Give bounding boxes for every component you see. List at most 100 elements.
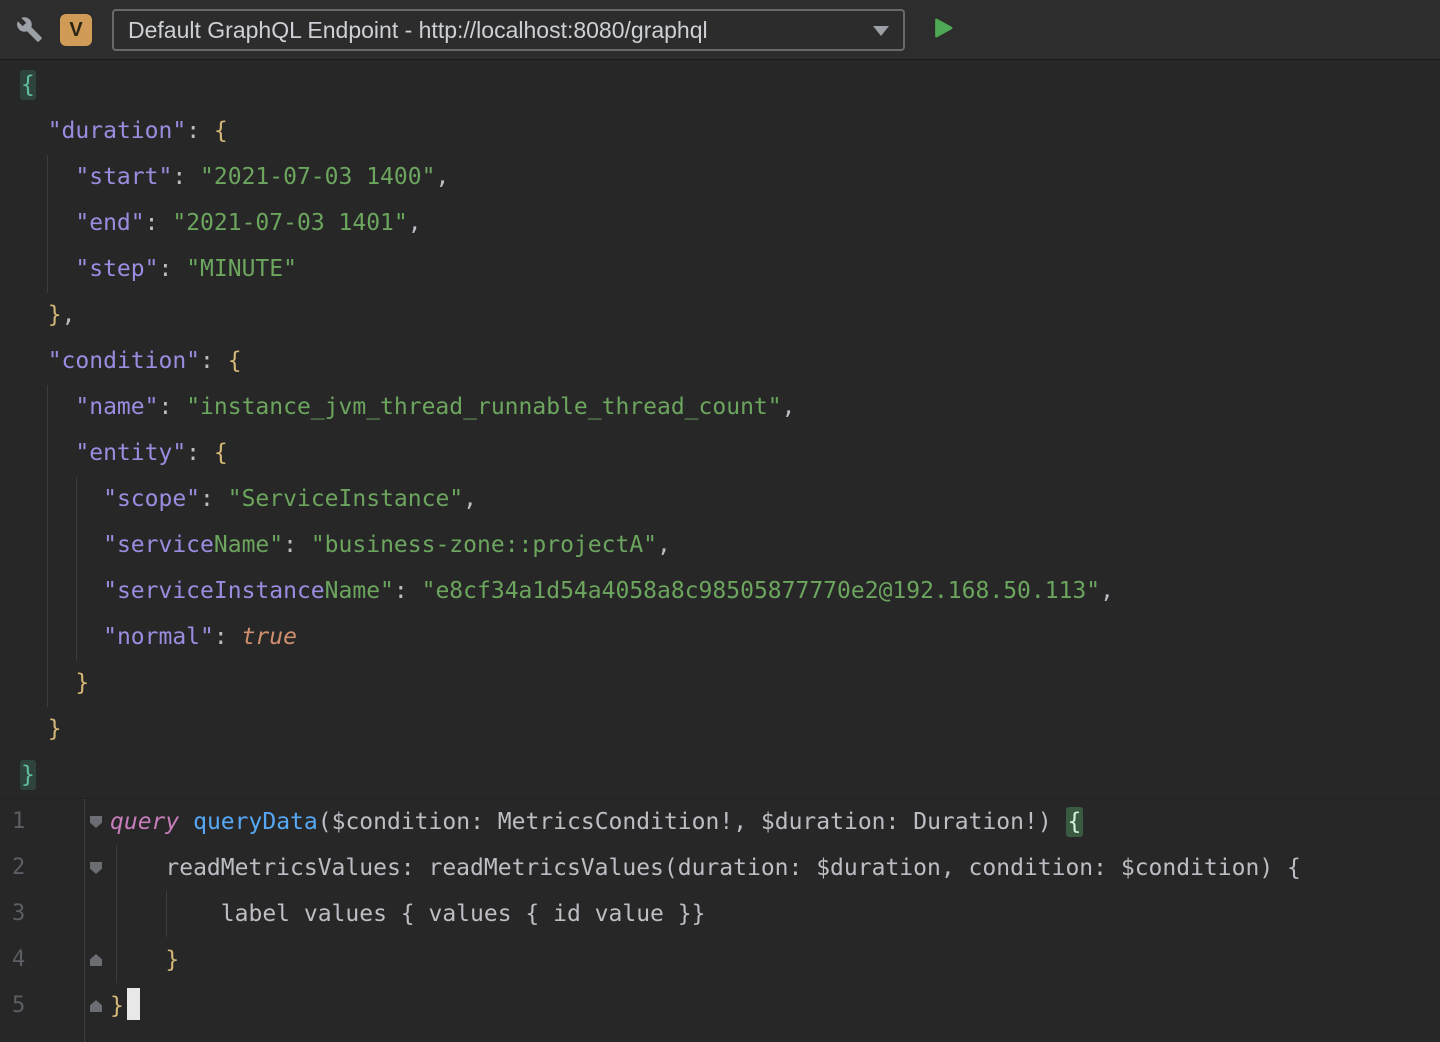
- code-token: :: [393, 578, 422, 604]
- gutter-row: 5: [0, 983, 108, 1029]
- code-token: "ServiceInstance": [227, 486, 464, 512]
- code-token: }: [20, 760, 36, 790]
- code-line: }: [20, 706, 1114, 752]
- line-number: 4: [12, 947, 26, 972]
- code-token: {: [1065, 807, 1084, 837]
- code-token: Duration!: [913, 809, 1038, 835]
- code-token: "scope": [103, 486, 201, 512]
- play-icon: [930, 15, 956, 45]
- code-line: readMetricsValues: readMetricsValues(dur…: [110, 845, 1301, 891]
- fold-marker-icon[interactable]: [90, 954, 102, 966]
- code-token: ,: [1100, 578, 1114, 604]
- code-token: "end": [75, 210, 145, 236]
- code-token: "instance_jvm_thread_runnable_thread_cou…: [186, 394, 782, 420]
- code-token: ,: [463, 486, 477, 512]
- code-token: :: [172, 164, 201, 190]
- wrench-icon: [16, 16, 43, 47]
- code-token: ): [1037, 809, 1066, 835]
- text-cursor: [126, 988, 140, 1020]
- line-number: 2: [12, 855, 26, 880]
- endpoint-dropdown[interactable]: Default GraphQL Endpoint - http://localh…: [112, 9, 905, 51]
- code-token: "condition": [47, 348, 201, 374]
- code-token: }: [47, 716, 62, 742]
- query-gutter: 1 2 3 4 5: [0, 799, 108, 1042]
- code-token: :: [186, 440, 214, 466]
- code-line: "name": "instance_jvm_thread_runnable_th…: [20, 384, 1114, 430]
- code-token: {: [20, 70, 36, 100]
- code-token: ,: [733, 809, 761, 835]
- code-token: :: [213, 624, 242, 650]
- line-number: 5: [12, 993, 26, 1018]
- query-editor[interactable]: 1 2 3 4 5 query queryData($condition: Metric…: [0, 798, 1440, 1042]
- code-token: "serviceInstance: [103, 578, 325, 604]
- query-code: query queryData($condition: MetricsCondi…: [110, 799, 1301, 1029]
- code-token: label values { values { id value }}: [110, 901, 706, 927]
- code-token: :: [470, 809, 498, 835]
- code-line: "serviceName": "business-zone::projectA"…: [20, 522, 1114, 568]
- code-line: "end": "2021-07-03 1401",: [20, 200, 1114, 246]
- code-token: "step": [75, 256, 159, 282]
- ideavim-mode-icon[interactable]: V: [60, 14, 92, 46]
- code-line: "normal": true: [20, 614, 1114, 660]
- code-token: "entity": [75, 440, 187, 466]
- code-token: ,: [61, 302, 76, 328]
- variables-editor[interactable]: { "duration": { "start": "2021-07-03 140…: [0, 61, 1440, 798]
- code-line: "scope": "ServiceInstance",: [20, 476, 1114, 522]
- code-line: }: [110, 937, 1301, 983]
- fold-marker-icon[interactable]: [90, 816, 102, 828]
- code-token: "normal": [103, 624, 214, 650]
- run-query-button[interactable]: [928, 15, 958, 45]
- code-token: Name": [324, 578, 394, 604]
- code-line: },: [20, 292, 1114, 338]
- code-token: "2021-07-03 1400": [200, 164, 436, 190]
- code-line: {: [20, 62, 1114, 108]
- gutter-row: 2: [0, 845, 108, 891]
- code-token: queryData: [193, 809, 318, 835]
- gutter-row: 3: [0, 891, 108, 937]
- code-line: }: [20, 752, 1114, 798]
- code-token: :: [885, 809, 914, 835]
- code-line: "duration": {: [20, 108, 1114, 154]
- endpoint-dropdown-label: Default GraphQL Endpoint - http://localh…: [128, 17, 708, 43]
- code-token: readMetricsValues: readMetricsValues(dur…: [110, 855, 1301, 881]
- gutter-row: 4: [0, 937, 108, 983]
- code-line: "serviceInstanceName": "e8cf34a1d54a4058…: [20, 568, 1114, 614]
- code-token: {: [213, 118, 228, 144]
- code-token: }: [110, 993, 124, 1019]
- code-line: }: [20, 660, 1114, 706]
- ideavim-letter: V: [69, 18, 83, 41]
- code-token: Name": [213, 532, 284, 558]
- code-token: "business-zone::projectA": [310, 532, 658, 558]
- code-token: }: [165, 947, 180, 973]
- code-token: ,: [407, 210, 422, 236]
- settings-wrench-button[interactable]: [14, 16, 44, 46]
- variables-code: { "duration": { "start": "2021-07-03 140…: [20, 62, 1114, 798]
- code-token: :: [158, 394, 187, 420]
- fold-marker-icon[interactable]: [90, 1000, 102, 1012]
- code-line: "start": "2021-07-03 1400",: [20, 154, 1114, 200]
- code-token: }: [75, 670, 90, 696]
- code-token: :: [200, 348, 228, 374]
- code-line: query queryData($condition: MetricsCondi…: [110, 799, 1301, 845]
- run-toolbar: V Default GraphQL Endpoint - http://loca…: [0, 0, 1440, 60]
- code-token: :: [144, 210, 173, 236]
- fold-marker-icon[interactable]: [90, 862, 102, 874]
- code-line: "condition": {: [20, 338, 1114, 384]
- code-token: (: [317, 809, 332, 835]
- code-token: $condition: [331, 809, 471, 835]
- code-token: "MINUTE": [186, 256, 297, 282]
